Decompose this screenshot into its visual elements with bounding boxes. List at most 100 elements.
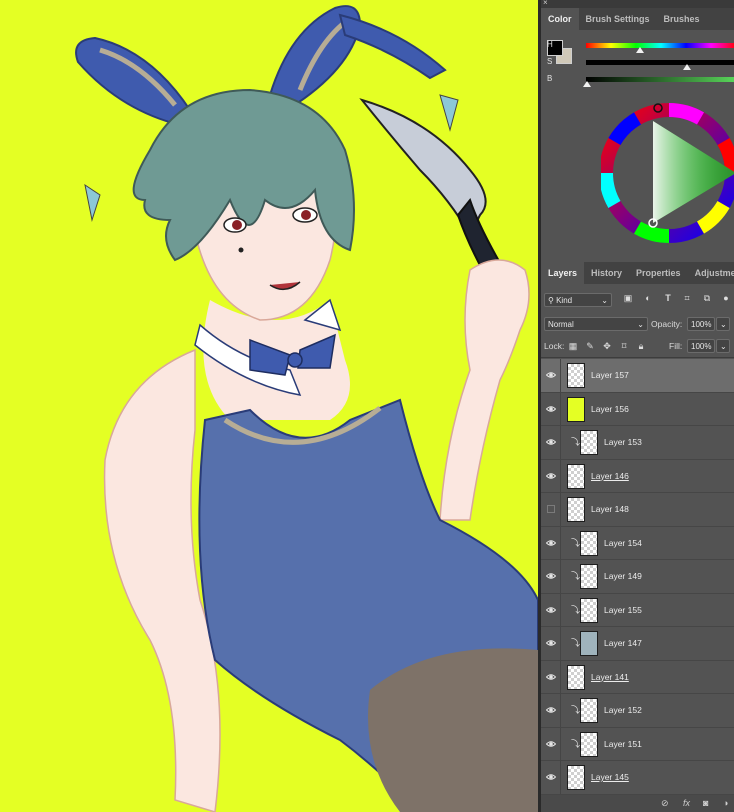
clipping-mask-icon: ⤵ xyxy=(571,437,581,447)
visibility-eye-icon[interactable] xyxy=(546,638,556,648)
hue-thumb[interactable] xyxy=(636,47,644,53)
layer-name[interactable]: Layer 157 xyxy=(591,370,629,380)
layer-name[interactable]: Layer 145 xyxy=(591,772,629,782)
lock-artboard-icon[interactable]: ⌑ xyxy=(619,341,629,351)
shape-filter-icon[interactable]: ⌗ xyxy=(682,293,692,303)
layer-thumbnail[interactable] xyxy=(580,597,598,623)
visibility-eye-icon[interactable] xyxy=(546,370,556,380)
layer-name[interactable]: Layer 155 xyxy=(604,605,642,615)
layer-name[interactable]: Layer 151 xyxy=(604,739,642,749)
layer-row[interactable]: Layer 141 xyxy=(541,660,734,694)
layer-thumbnail[interactable] xyxy=(567,363,585,388)
layer-thumbnail[interactable] xyxy=(580,530,598,556)
layer-row[interactable]: Layer 156 xyxy=(541,392,734,426)
brightness-thumb[interactable] xyxy=(583,81,591,87)
document-canvas[interactable] xyxy=(0,0,538,812)
hue-bar[interactable] xyxy=(586,43,734,48)
visibility-eye-icon[interactable] xyxy=(546,471,556,481)
layer-name[interactable]: Layer 147 xyxy=(604,638,642,648)
saturation-thumb[interactable] xyxy=(683,64,691,70)
layer-thumbnail[interactable] xyxy=(567,497,585,522)
tab-history[interactable]: History xyxy=(584,262,629,284)
visibility-eye-icon[interactable] xyxy=(546,772,556,782)
layer-name[interactable]: Layer 146 xyxy=(591,471,629,481)
mask-icon[interactable]: ◙ xyxy=(703,798,708,808)
layer-row[interactable]: ⤵ Layer 153 xyxy=(541,426,734,460)
brightness-bar[interactable] xyxy=(586,77,734,82)
layer-row[interactable]: ⤵ Layer 147 xyxy=(541,627,734,661)
tab-layers[interactable]: Layers xyxy=(541,262,585,284)
layer-row[interactable]: ⤵ Layer 149 xyxy=(541,560,734,594)
layer-name[interactable]: Layer 156 xyxy=(591,404,629,414)
lock-transparent-icon[interactable]: ▦ xyxy=(568,341,578,351)
saturation-slider[interactable]: S xyxy=(541,57,734,70)
opacity-input[interactable]: 100% xyxy=(687,317,715,331)
search-icon: ⚲ xyxy=(548,296,554,305)
tab-properties[interactable]: Properties xyxy=(629,262,688,284)
link-icon[interactable]: ⊘ xyxy=(661,798,669,809)
visibility-eye-icon[interactable] xyxy=(546,571,556,581)
color-wheel[interactable] xyxy=(601,95,734,245)
layer-row[interactable]: Layer 148 xyxy=(541,493,734,527)
layer-thumbnail[interactable] xyxy=(580,564,598,589)
layer-name[interactable]: Layer 154 xyxy=(604,538,642,548)
fx-icon[interactable]: fx xyxy=(683,798,690,808)
layer-name[interactable]: Layer 148 xyxy=(591,504,629,514)
fill-input[interactable]: 100% xyxy=(687,339,715,353)
tab-adjustments[interactable]: Adjustme xyxy=(688,262,734,284)
layer-row[interactable]: Layer 145 xyxy=(541,761,734,795)
visibility-eye-icon[interactable] xyxy=(546,605,556,615)
lock-position-icon[interactable]: ✥ xyxy=(602,341,612,351)
layer-row[interactable]: ⤵ Layer 155 xyxy=(541,593,734,627)
pixel-filter-icon[interactable]: ▣ xyxy=(623,293,633,303)
layer-row[interactable]: ⤵ Layer 152 xyxy=(541,694,734,728)
fill-dropdown[interactable]: ⌄ xyxy=(716,339,730,353)
filter-toggle-icon[interactable]: ● xyxy=(721,293,731,303)
opacity-label: Opacity: xyxy=(651,319,683,329)
visibility-eye-icon[interactable] xyxy=(546,437,556,447)
hue-slider[interactable]: H xyxy=(541,40,734,53)
slider-label-b: B xyxy=(547,74,553,83)
tab-brushes[interactable]: Brushes xyxy=(657,8,707,30)
layer-row[interactable]: Layer 157 xyxy=(541,359,734,393)
kind-filter-select[interactable]: ⚲ Kind ⌄ xyxy=(544,293,612,307)
layers-bottom-bar: ⊘ fx ◙ ◑ xyxy=(541,795,734,812)
visibility-eye-icon[interactable] xyxy=(546,538,556,548)
adjustment-icon[interactable]: ◑ xyxy=(723,798,728,808)
visibility-eye-icon[interactable] xyxy=(546,404,556,414)
layer-name[interactable]: Layer 141 xyxy=(591,672,629,682)
collapse-icon[interactable]: × xyxy=(543,0,548,7)
blend-mode-value: Normal xyxy=(548,320,574,329)
blend-mode-select[interactable]: Normal ⌄ xyxy=(544,317,648,331)
layer-thumbnail[interactable] xyxy=(567,664,585,690)
visibility-eye-icon[interactable] xyxy=(546,672,556,682)
layer-thumbnail[interactable] xyxy=(580,430,598,455)
lock-image-icon[interactable]: ✎ xyxy=(585,341,595,351)
layer-row[interactable]: ⤵ Layer 151 xyxy=(541,727,734,761)
tab-color[interactable]: Color xyxy=(541,8,579,30)
layer-name[interactable]: Layer 153 xyxy=(604,437,642,447)
layer-thumbnail[interactable] xyxy=(567,463,585,489)
lock-all-icon[interactable]: 🔒︎ xyxy=(636,341,646,351)
saturation-bar[interactable] xyxy=(586,60,734,65)
layer-row[interactable]: ⤵ Layer 154 xyxy=(541,526,734,560)
layer-name[interactable]: Layer 152 xyxy=(604,705,642,715)
type-filter-icon[interactable]: T xyxy=(663,293,673,303)
tab-brush-settings[interactable]: Brush Settings xyxy=(579,8,657,30)
layer-thumbnail[interactable] xyxy=(580,631,598,656)
visibility-off-box[interactable] xyxy=(547,505,555,513)
adjustment-filter-icon[interactable]: ◐ xyxy=(643,293,653,303)
layer-row[interactable]: Layer 146 xyxy=(541,459,734,493)
fill-label: Fill: xyxy=(669,341,683,351)
layer-thumbnail[interactable] xyxy=(580,731,598,757)
layer-thumbnail[interactable] xyxy=(567,765,585,790)
layer-thumbnail[interactable] xyxy=(567,396,585,422)
clipping-mask-icon: ⤵ xyxy=(571,571,581,581)
layer-name[interactable]: Layer 149 xyxy=(604,571,642,581)
layer-thumbnail[interactable] xyxy=(580,698,598,723)
smart-object-filter-icon[interactable]: ⧉ xyxy=(702,293,712,303)
visibility-eye-icon[interactable] xyxy=(546,705,556,715)
opacity-dropdown[interactable]: ⌄ xyxy=(716,317,730,331)
visibility-eye-icon[interactable] xyxy=(546,739,556,749)
brightness-slider[interactable]: B xyxy=(541,74,734,87)
